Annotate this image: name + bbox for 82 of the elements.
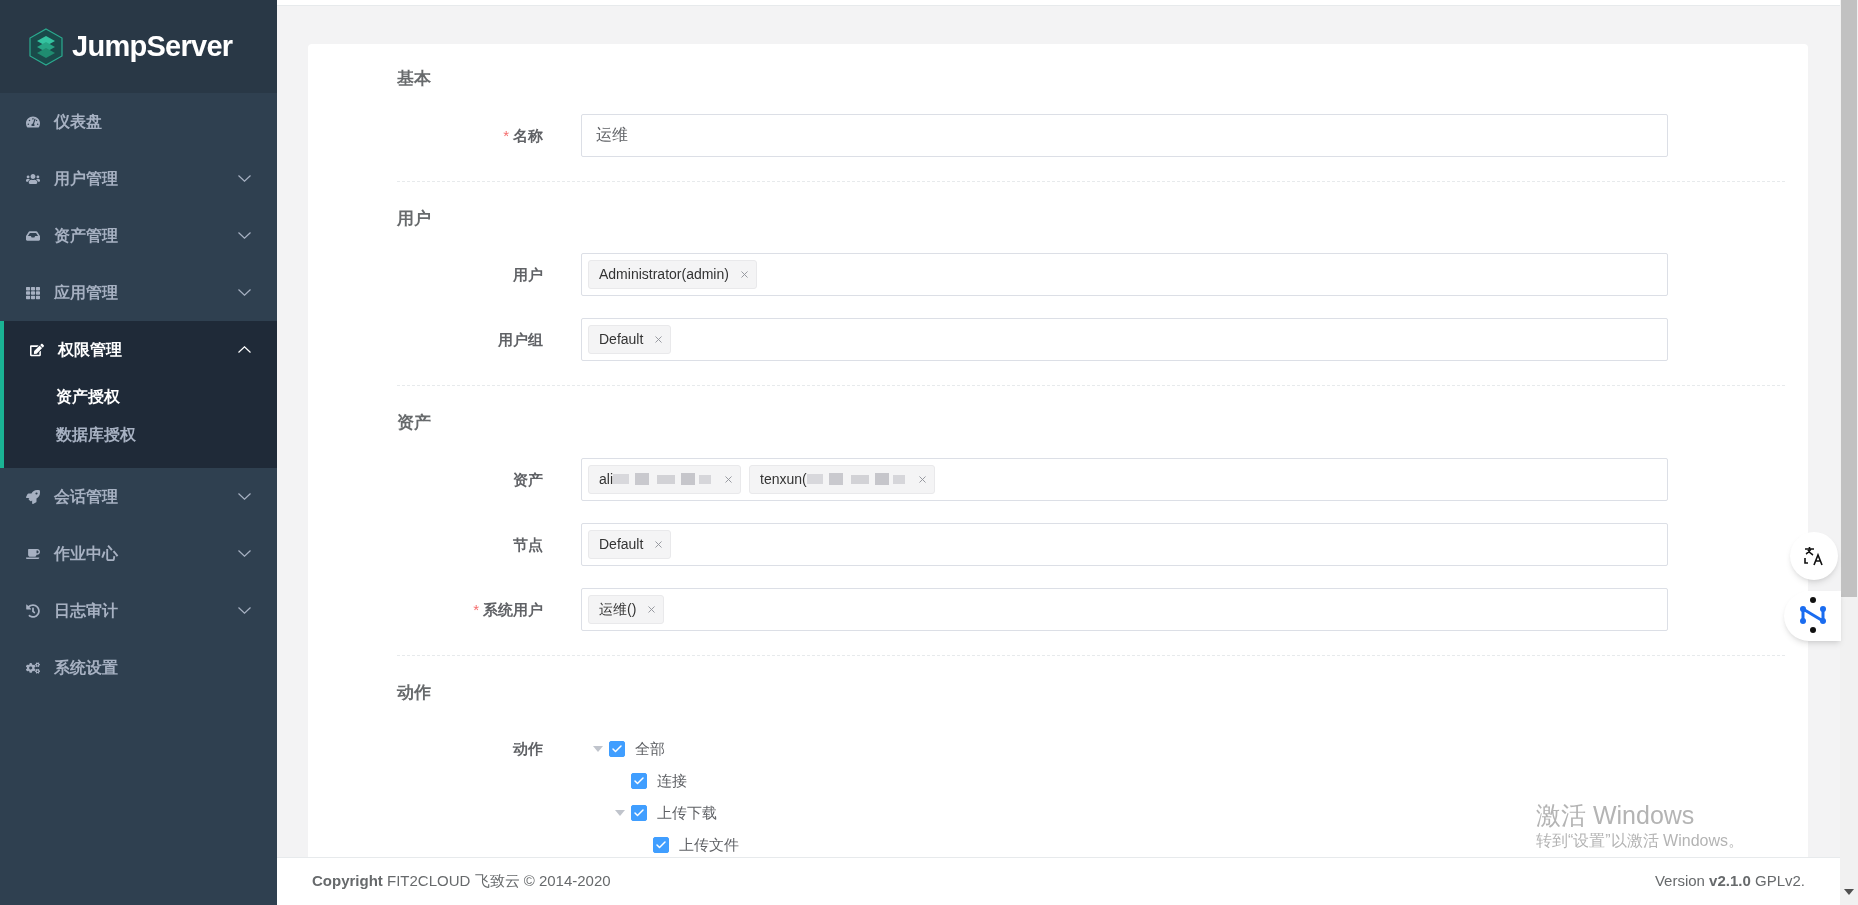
rocket-icon <box>26 489 40 504</box>
check-icon <box>611 743 623 755</box>
users-icon <box>26 171 40 186</box>
sidebar-item[interactable]: 作业中心 <box>0 525 277 582</box>
text-field[interactable]: 运维 <box>581 113 1668 157</box>
check-icon <box>655 839 667 851</box>
caret-icon[interactable] <box>615 810 625 816</box>
tag-label: Default <box>599 534 644 554</box>
remove-tag-icon[interactable] <box>738 269 750 280</box>
field-label: * 系统用户 <box>473 600 543 618</box>
field-label: 用户组 <box>498 331 543 348</box>
select-field[interactable]: Administrator(admin) <box>581 253 1668 296</box>
tag-label: Default <box>599 330 644 349</box>
history-icon <box>26 603 40 618</box>
dashboard-icon <box>26 114 40 129</box>
sidebar-item[interactable]: 日志审计 <box>0 582 277 639</box>
remove-tag-icon[interactable] <box>723 473 734 485</box>
chevron-down-icon <box>238 550 251 557</box>
field-label: 用户 <box>513 266 543 283</box>
section-title: 用户 <box>397 207 432 230</box>
checkbox[interactable] <box>609 741 625 757</box>
select-field[interactable]: 运维() <box>581 587 1668 631</box>
caret-icon[interactable] <box>593 746 603 752</box>
tag-label: Administrator(admin) <box>599 265 729 284</box>
tree-label: 全部 <box>635 738 665 759</box>
field-label: 节点 <box>513 535 543 553</box>
activation-subtitle: 转到“设置”以激活 Windows。 <box>1536 831 1744 851</box>
activation-title: 激活 Windows <box>1536 800 1696 830</box>
check-icon <box>633 775 645 787</box>
translate-icon <box>1803 545 1825 567</box>
select-field[interactable]: ali tenxun( <box>581 457 1668 501</box>
tag-label: ali <box>599 469 613 489</box>
scroll-down-icon[interactable] <box>1844 889 1854 895</box>
sidebar-item[interactable]: 仪表盘 <box>0 93 277 150</box>
inbox-icon <box>26 228 40 243</box>
sidebar-item[interactable]: 用户管理 <box>0 150 277 207</box>
section-title: 资产 <box>397 412 432 434</box>
sidebar-item[interactable]: 系统设置 <box>0 639 277 696</box>
tag-label: tenxun( <box>760 469 807 489</box>
chevron-down-icon <box>238 493 251 500</box>
sidebar-item[interactable]: 会话管理 <box>0 468 277 525</box>
copyright-text: Copyright FIT2CLOUD 飞致云 © 2014-2020 <box>312 871 611 892</box>
select-field[interactable]: Default <box>581 522 1668 566</box>
tag-label: 运维() <box>599 599 637 619</box>
sidebar-item[interactable]: 资产管理 <box>0 207 277 264</box>
checkbox[interactable] <box>631 773 647 789</box>
remove-tag-icon[interactable] <box>916 473 928 485</box>
network-icon <box>1797 596 1828 636</box>
translate-button[interactable] <box>1790 532 1838 580</box>
edit-icon <box>30 342 44 357</box>
field-label: 资产 <box>513 470 543 488</box>
logo-icon <box>28 27 64 66</box>
select-field[interactable]: Default <box>581 318 1668 361</box>
sidebar-subitem[interactable]: 资产授权 <box>4 378 277 416</box>
chevron-down-icon <box>238 289 251 296</box>
checkbox[interactable] <box>653 837 669 853</box>
grid-icon <box>26 285 40 300</box>
network-button[interactable] <box>1784 591 1841 641</box>
check-icon <box>633 807 645 819</box>
chevron-up-icon <box>238 346 251 353</box>
chevron-down-icon <box>238 175 251 182</box>
logo-text: JumpServer <box>72 28 233 64</box>
remove-tag-icon[interactable] <box>653 334 665 345</box>
section-title: 动作 <box>397 681 432 704</box>
field-label: * 名称 <box>503 126 543 144</box>
chevron-down-icon <box>238 607 251 614</box>
tree-label: 上传下载 <box>657 802 717 823</box>
field-label: 动作 <box>513 740 543 757</box>
remove-tag-icon[interactable] <box>653 538 665 550</box>
tree-label: 上传文件 <box>679 834 739 855</box>
section-title: 基本 <box>397 68 432 90</box>
tree-label: 连接 <box>657 770 687 791</box>
sidebar-item[interactable]: 权限管理 <box>4 321 277 378</box>
scrollbar-thumb[interactable] <box>1841 0 1857 597</box>
gears-icon <box>26 660 40 675</box>
cup-icon <box>26 546 40 561</box>
version-text: Version v2.1.0 GPLv2. <box>1654 871 1805 892</box>
checkbox[interactable] <box>631 805 647 821</box>
chevron-down-icon <box>238 232 251 239</box>
sidebar-item[interactable]: 应用管理 <box>0 264 277 321</box>
remove-tag-icon[interactable] <box>646 603 658 615</box>
sidebar-subitem[interactable]: 数据库授权 <box>4 416 277 454</box>
